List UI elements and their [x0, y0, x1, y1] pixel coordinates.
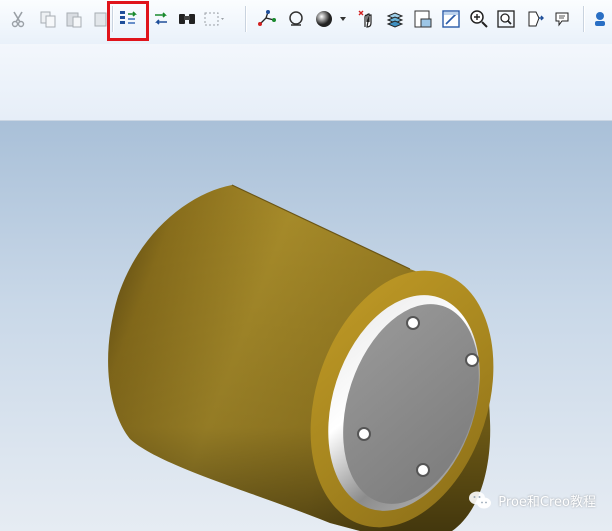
main-toolbar	[0, 0, 612, 44]
chevron-down-icon[interactable]	[336, 8, 350, 30]
shading-icon[interactable]	[313, 8, 335, 30]
annotation-icon[interactable]	[552, 8, 574, 30]
spin-center-icon[interactable]	[356, 8, 378, 30]
refit-icon[interactable]	[495, 8, 517, 30]
perspective-icon[interactable]	[523, 8, 545, 30]
repaint-icon[interactable]	[285, 8, 307, 30]
highlight-box	[107, 1, 149, 41]
toolbar-separator	[245, 6, 247, 32]
hole	[465, 353, 479, 367]
find-icon[interactable]	[176, 8, 198, 30]
copy-icon[interactable]	[37, 8, 59, 30]
hole	[416, 463, 430, 477]
layers-icon[interactable]	[384, 8, 406, 30]
watermark: Proe和Creo教程	[468, 489, 596, 511]
select-box-icon[interactable]	[203, 8, 225, 30]
toolbar-separator	[583, 6, 585, 32]
message-area	[0, 44, 612, 121]
zoom-in-icon[interactable]	[468, 8, 490, 30]
cut-icon[interactable]	[7, 8, 29, 30]
hole	[357, 427, 371, 441]
paste-icon[interactable]	[63, 8, 85, 30]
graphics-viewport[interactable]: Proe和Creo教程	[0, 121, 612, 531]
watermark-text: Proe和Creo教程	[498, 494, 596, 510]
model-tree-icon[interactable]	[590, 8, 610, 30]
regeneration-manager-icon[interactable]	[150, 8, 172, 30]
wechat-icon	[469, 491, 492, 509]
hole	[406, 316, 420, 330]
datum-display-icon[interactable]	[256, 8, 278, 30]
saved-view-icon[interactable]	[412, 8, 434, 30]
orient-icon[interactable]	[440, 8, 462, 30]
cylinder-model[interactable]	[0, 121, 612, 531]
